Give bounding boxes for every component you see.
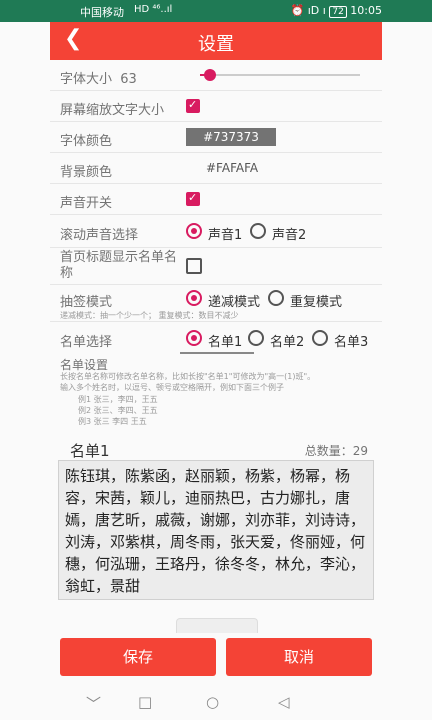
carrier-name: 中国移动 <box>80 6 124 19</box>
example-2: 例2 张三、李四、王五 <box>78 406 158 415</box>
example-1: 例1 张三，李四，王五 <box>78 395 158 404</box>
font-size-slider[interactable] <box>200 69 360 81</box>
list-setting-title: 名单设置 <box>60 358 109 372</box>
list-setting-hint1: 长按名单名称可修改名单名称，比如长按"名单1"可修改为"高一(1)班"。 <box>60 372 316 381</box>
font-color-row: 字体颜色 #737373 <box>50 122 382 153</box>
list1-label[interactable]: 名单1 <box>208 331 242 350</box>
sound-checkbox[interactable] <box>186 191 200 206</box>
draw-mode-label: 抽签模式 <box>60 295 113 310</box>
sound2-label: 声音2 <box>272 228 307 243</box>
home-title-label: 首页标题显示名单名称 <box>60 250 178 281</box>
bg-color-value[interactable]: #FAFAFA <box>206 161 258 175</box>
draw-mode-hint: 递减模式：抽一个少一个； 重复模式：数目不减少 <box>60 311 239 320</box>
list2-radio[interactable] <box>248 330 264 346</box>
total-count: 总数量：29 <box>304 444 368 458</box>
font-color-swatch[interactable]: #737373 <box>186 128 276 146</box>
list-setting-hint2: 输入多个姓名时，以逗号、顿号或空格隔开，例如下面三个例子 <box>60 383 284 392</box>
bg-color-row: 背景颜色 #FAFAFA <box>50 153 382 184</box>
draw-mode-row: 抽签模式 递减模式 重复模式 递减模式：抽一个少一个； 重复模式：数目不减少 <box>50 285 382 322</box>
page-title: 设置 <box>198 34 234 55</box>
list3-label[interactable]: 名单3 <box>334 331 368 350</box>
sound1-label: 声音1 <box>208 228 243 243</box>
nav-down-icon[interactable]: ﹀ <box>86 693 101 714</box>
font-size-value: 63 <box>120 72 137 87</box>
zoom-text-checkbox[interactable] <box>186 98 200 113</box>
sound-row: 声音开关 <box>50 184 382 215</box>
settings-panel: 字体大小 63 屏幕缩放文字大小 字体颜色 #737373 背景颜色 #FAFA… <box>50 60 382 626</box>
scroll-sound-row: 滚动声音选择 声音1 声音2 <box>50 215 382 248</box>
bg-color-label: 背景颜色 <box>60 165 113 180</box>
battery-icon: 72 <box>329 6 347 18</box>
slider-thumb[interactable] <box>203 69 216 81</box>
repeat-mode-label: 重复模式 <box>290 295 343 310</box>
font-size-label: 字体大小 63 <box>60 72 137 87</box>
home-title-checkbox[interactable] <box>186 258 202 274</box>
example-3: 例3 张三 李四 王五 <box>78 417 147 426</box>
status-right: ⏰ ıD ı 72 10:05 <box>291 4 382 18</box>
sound-label: 声音开关 <box>60 196 113 211</box>
system-nav-bar: ﹀ □ ○ ◁ <box>50 686 382 720</box>
zoom-text-label: 屏幕缩放文字大小 <box>60 103 165 118</box>
status-icons: ⏰ ıD ı <box>290 4 326 17</box>
nav-recent-icon[interactable]: □ <box>138 693 152 711</box>
title-bar: ❮ 设置 <box>50 22 382 60</box>
font-color-label: 字体颜色 <box>60 134 113 149</box>
list-select-row: 名单选择 名单1 名单2 名单3 <box>50 322 382 354</box>
font-size-row: 字体大小 63 <box>50 60 382 91</box>
clock: 10:05 <box>350 4 382 17</box>
nav-back-icon[interactable]: ◁ <box>278 693 290 711</box>
signal-icon: HD ⁴⁶..ıl <box>134 4 173 15</box>
list2-label[interactable]: 名单2 <box>270 331 304 350</box>
list-select-label: 名单选择 <box>60 335 113 350</box>
list3-radio[interactable] <box>312 330 328 346</box>
scroll-sound-label: 滚动声音选择 <box>60 228 139 243</box>
list1-radio[interactable] <box>186 330 202 346</box>
zoom-text-row: 屏幕缩放文字大小 <box>50 91 382 122</box>
repeat-mode-radio[interactable] <box>268 290 284 306</box>
list-name[interactable]: 名单1 <box>70 440 110 461</box>
names-textarea[interactable]: 陈钰琪，陈紫函，赵丽颖，杨紫，杨幂，杨容，宋茜，颖儿，迪丽热巴，古力娜扎，唐嫣，… <box>58 460 374 600</box>
sound1-radio[interactable] <box>186 223 202 239</box>
sound2-radio[interactable] <box>250 223 266 239</box>
home-title-row: 首页标题显示名单名称 <box>50 248 382 285</box>
status-bar: 中国移动 HD ⁴⁶..ıl ⏰ ıD ı 72 10:05 <box>0 0 432 22</box>
list-underline <box>180 352 254 354</box>
nav-home-icon[interactable]: ○ <box>206 693 219 711</box>
cancel-button[interactable]: 取消 <box>226 638 372 676</box>
decrease-mode-radio[interactable] <box>186 290 202 306</box>
decrease-mode-label: 递减模式 <box>208 295 261 310</box>
save-button[interactable]: 保存 <box>60 638 216 676</box>
scroll-handle[interactable] <box>176 618 258 633</box>
